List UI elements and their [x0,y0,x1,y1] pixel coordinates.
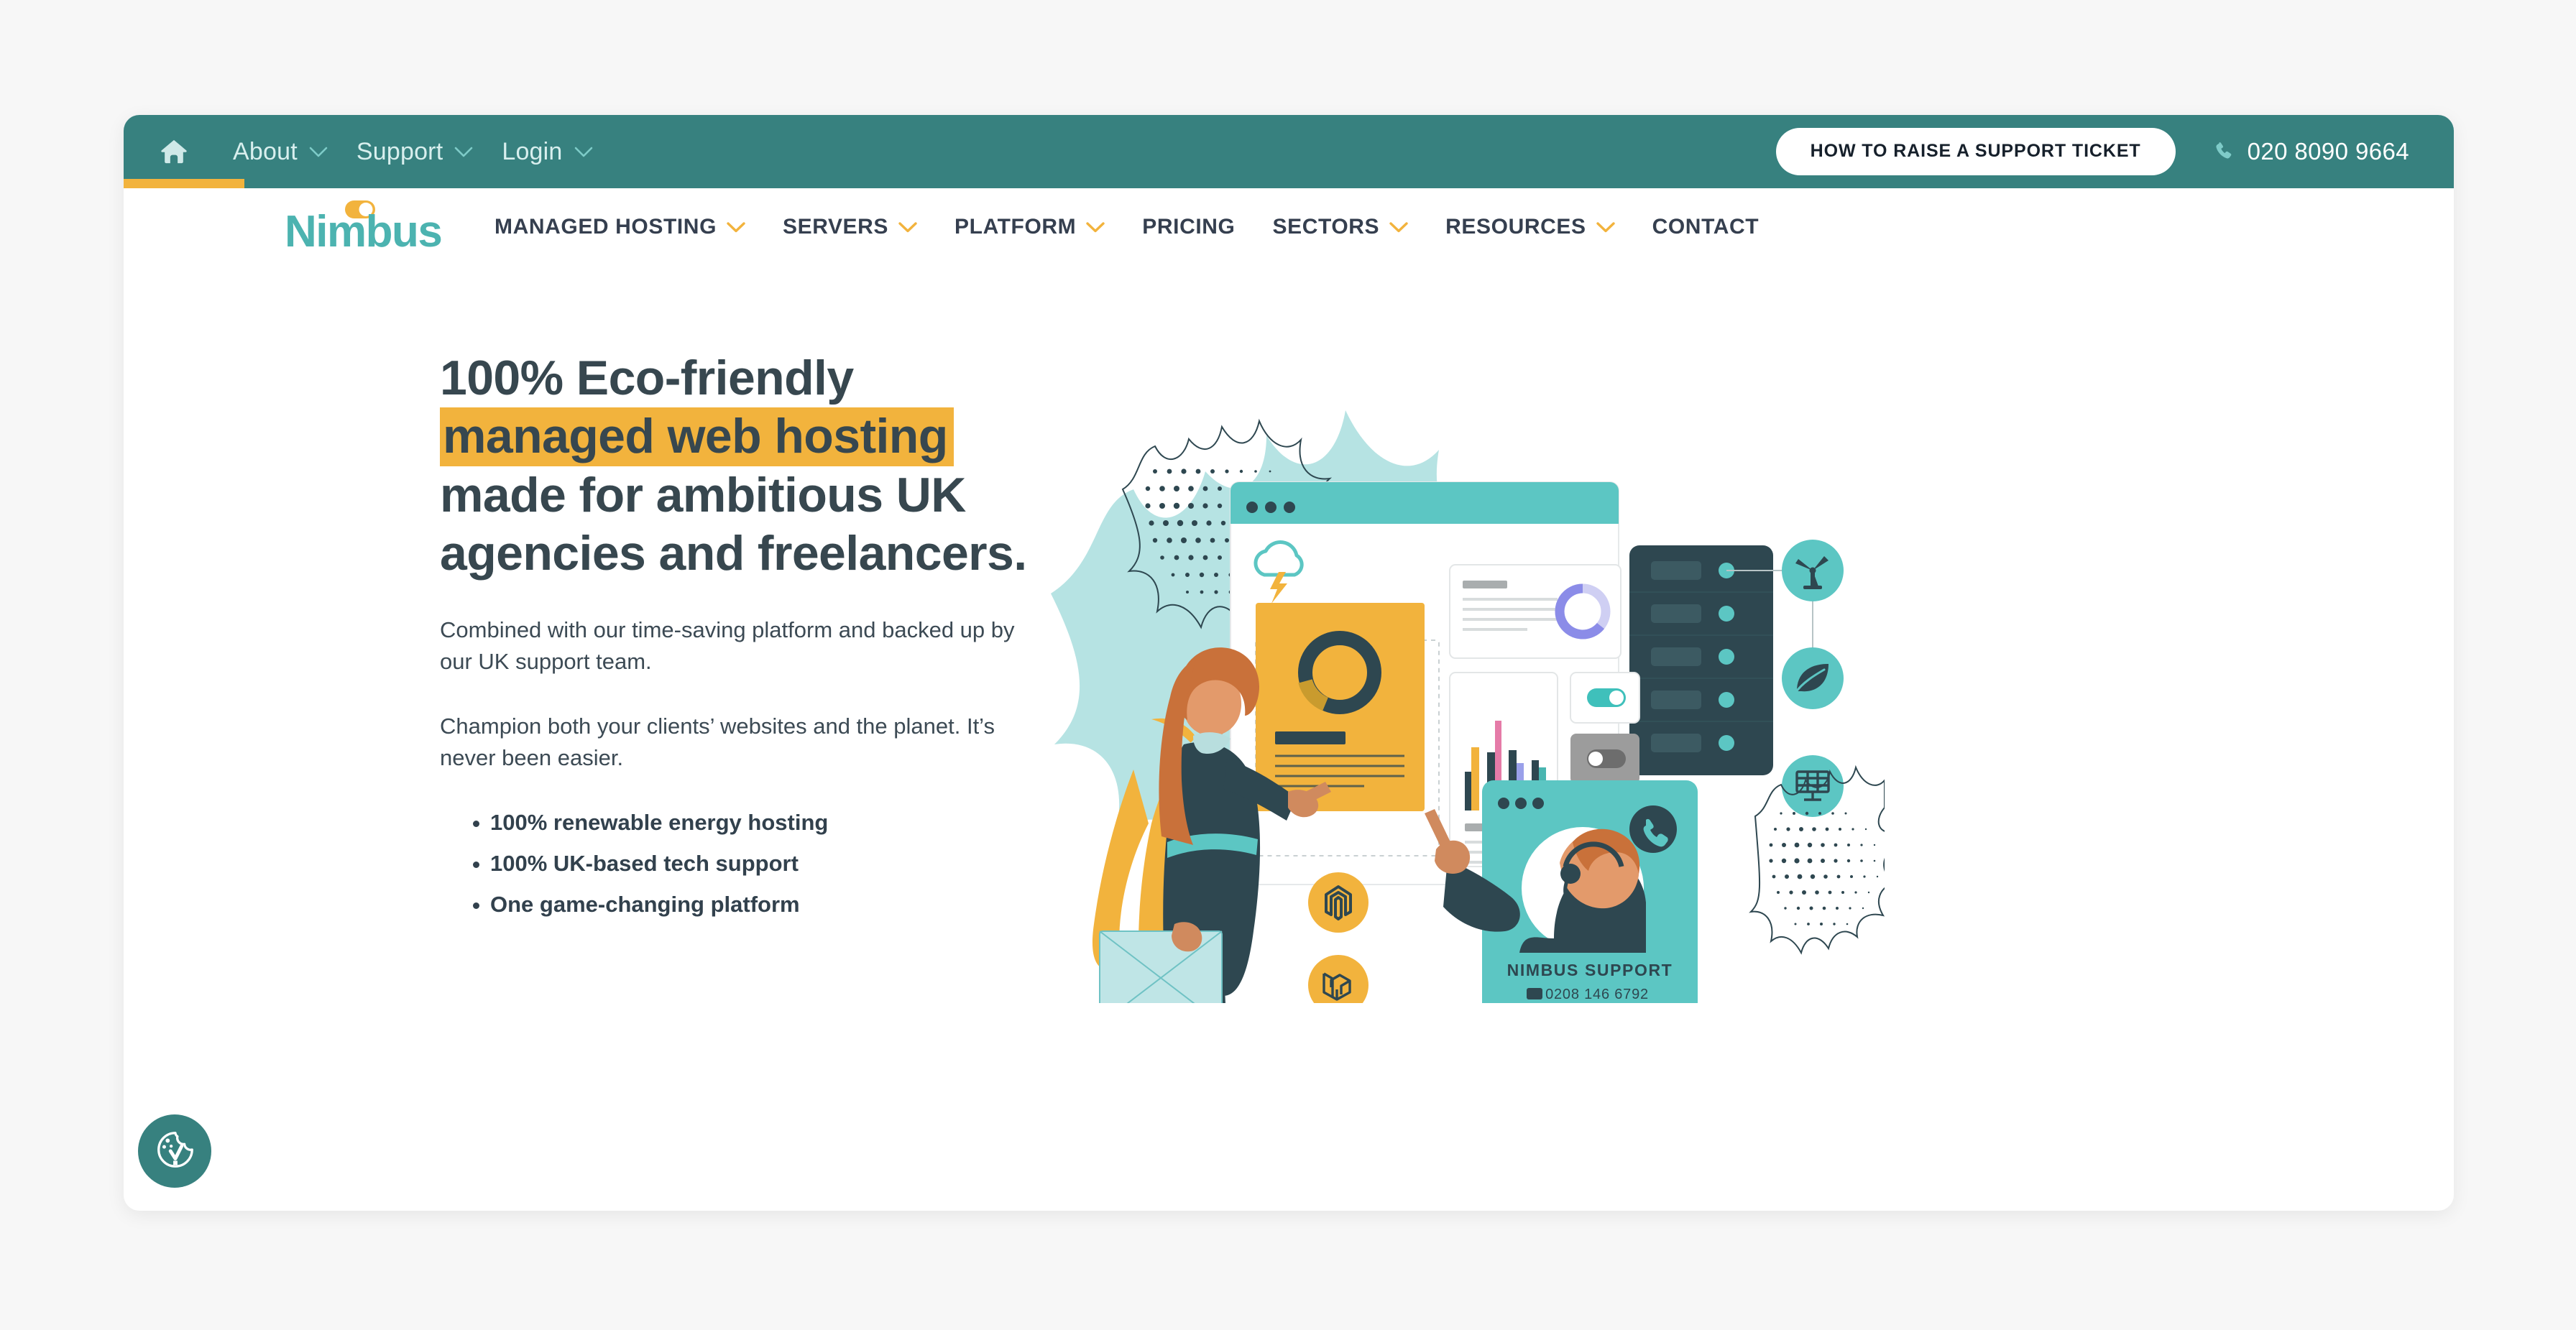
nav-item-contact[interactable]: CONTACT [1634,215,1778,239]
utility-link-label: About [233,138,298,165]
eco-badges [1782,540,1844,817]
chevron-down-icon [1596,221,1615,233]
hero-feature-list: 100% renewable energy hosting 100% UK-ba… [440,811,1036,915]
chevron-down-icon [451,142,484,161]
nav-item-label: PLATFORM [954,215,1077,239]
nav-item-pricing[interactable]: PRICING [1123,215,1254,239]
utility-link-label: Login [502,138,563,165]
utility-link-label: Support [356,138,443,165]
nimbus-wordmark: Nimbus [285,200,443,255]
nav-item-label: CONTACT [1652,215,1760,239]
chevron-down-icon [306,142,339,161]
utility-link-login[interactable]: Login [493,139,604,164]
page-container: About Support Login HOW TO RAISE A SUPPO… [124,115,2454,1211]
utility-bar: About Support Login HOW TO RAISE A SUPPO… [124,115,2454,188]
nav-item-label: MANAGED HOSTING [494,215,717,239]
phone-link[interactable]: 020 8090 9664 [2212,138,2409,165]
nimbus-logo[interactable]: Nimbus [164,199,466,255]
svg-text:Nimbus: Nimbus [285,207,441,255]
cms-badges [1308,872,1368,1003]
phone-icon [2212,139,2236,164]
list-item: 100% UK-based tech support [473,852,1036,874]
accent-bar [124,179,244,188]
main-navigation: Nimbus MANAGED HOSTING SERVERS PLATFORM [124,188,2454,266]
nav-item-label: RESOURCES [1445,215,1586,239]
support-card-title: NIMBUS SUPPORT [1507,961,1673,979]
headline-line-4: agencies and freelancers. [440,525,1027,581]
chevron-down-icon [898,221,917,233]
server-rack [1629,545,1773,775]
nav-items: MANAGED HOSTING SERVERS PLATFORM PRICING [476,215,1777,239]
utility-right-group: HOW TO RAISE A SUPPORT TICKET 020 8090 9… [1775,128,2409,175]
nav-item-managed-hosting[interactable]: MANAGED HOSTING [476,215,764,239]
home-button[interactable] [124,115,224,188]
nav-item-label: SECTORS [1272,215,1380,239]
headline-line-3: made for ambitious UK [440,467,966,522]
chevron-down-icon [1086,221,1105,233]
hero-paragraph-1: Combined with our time-saving platform a… [440,616,1015,674]
chevron-down-icon [1389,221,1408,233]
utility-link-about[interactable]: About [224,139,339,164]
support-ticket-button[interactable]: HOW TO RAISE A SUPPORT TICKET [1775,128,2176,175]
support-card-phone: 0208 146 6792 [1545,987,1649,1002]
cookie-consent-button[interactable] [138,1114,211,1188]
nav-item-sectors[interactable]: SECTORS [1254,215,1427,239]
hero-illustration: NIMBUS SUPPORT 0208 146 6792 [1008,356,1885,1003]
hero-section: 100% Eco-friendly managed web hosting ma… [124,266,2454,1211]
nav-item-label: PRICING [1142,215,1236,239]
headline-line-1: 100% Eco-friendly [440,351,854,405]
nav-item-servers[interactable]: SERVERS [764,215,936,239]
chevron-down-icon [727,221,745,233]
nav-item-label: SERVERS [783,215,889,239]
home-icon [158,136,190,167]
nav-item-resources[interactable]: RESOURCES [1427,215,1633,239]
chevron-down-icon [571,142,604,161]
nav-item-platform[interactable]: PLATFORM [936,215,1123,239]
hero-copy: 100% Eco-friendly managed web hosting ma… [124,300,1036,1211]
hero-visual: NIMBUS SUPPORT 0208 146 6792 [1036,300,2454,1211]
utility-left-group: About Support Login [124,115,613,188]
utility-link-support[interactable]: Support [348,139,484,164]
list-item: 100% renewable energy hosting [473,811,1036,833]
page-title: 100% Eco-friendly managed web hosting ma… [440,349,1036,583]
phone-number: 020 8090 9664 [2247,138,2409,165]
list-item: One game-changing platform [473,893,1036,915]
hero-paragraph-2: Champion both your clients’ websites and… [440,713,995,770]
headline-highlight: managed web hosting [440,407,954,466]
cookie-consent-icon [152,1127,197,1176]
